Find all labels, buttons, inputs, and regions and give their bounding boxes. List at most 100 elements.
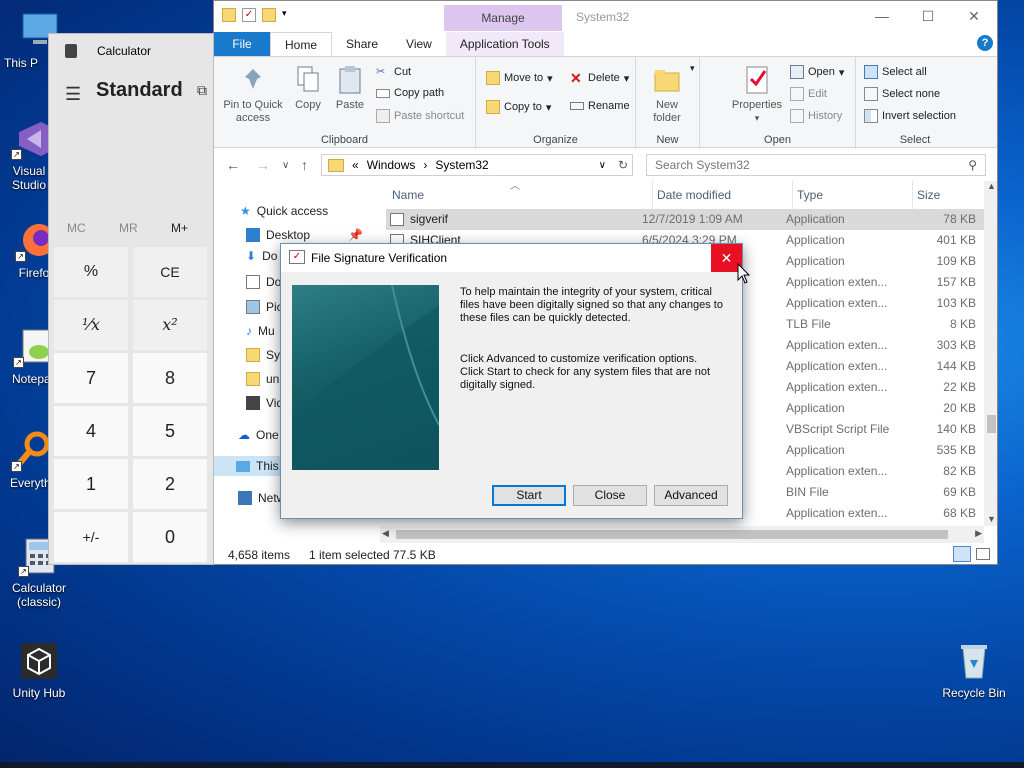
scroll-up-arrow-icon[interactable]: ▲ (984, 181, 997, 191)
scroll-thumb[interactable] (987, 415, 996, 433)
nav-music[interactable]: ♪ Mu (246, 321, 275, 341)
pin-to-quick-access-button[interactable]: Pin to Quick access (220, 65, 286, 125)
key-7[interactable]: 7 (54, 353, 128, 403)
refresh-icon[interactable]: ↻ (618, 158, 628, 172)
key-5[interactable]: 5 (133, 406, 207, 456)
scroll-thumb[interactable] (396, 530, 948, 539)
desktop-icon-recycle-bin[interactable]: Recycle Bin (938, 640, 1010, 700)
key-square[interactable]: x² (133, 300, 207, 350)
rename-button[interactable]: Rename (570, 100, 630, 112)
copy-path-button[interactable]: Copy path (376, 87, 444, 99)
key-1[interactable]: 1 (54, 459, 128, 509)
new-folder-button[interactable]: New folder (646, 65, 688, 125)
memory-add-button[interactable]: M+ (171, 221, 188, 235)
tab-application-tools[interactable]: Application Tools (445, 32, 564, 56)
group-label: Open (764, 134, 791, 146)
up-arrow-icon[interactable]: ↑ (301, 157, 308, 173)
breadcrumb-windows[interactable]: Windows (367, 158, 416, 172)
scroll-right-arrow-icon[interactable]: ▶ (975, 528, 982, 539)
history-button[interactable]: History (790, 109, 842, 123)
forward-arrow-icon[interactable]: → (256, 157, 270, 173)
help-icon[interactable]: ? (977, 35, 993, 51)
recent-locations-chevron-icon[interactable]: ∨ (282, 160, 289, 171)
recycle-bin-icon (953, 640, 995, 682)
file-size: 144 KB (936, 359, 976, 373)
horizontal-scrollbar[interactable]: ◀ ▶ (380, 526, 984, 543)
key-2[interactable]: 2 (133, 459, 207, 509)
paste-shortcut-button[interactable]: Paste shortcut (376, 109, 464, 123)
select-none-button[interactable]: Select none (864, 87, 940, 101)
manage-contextual-tab[interactable]: Manage (444, 5, 562, 31)
rename-icon (570, 102, 584, 110)
nav-videos[interactable]: Vid (246, 393, 283, 413)
key-clear-entry[interactable]: CE (133, 247, 207, 297)
maximize-button[interactable]: ☐ (905, 1, 951, 31)
file-type: Application (786, 212, 845, 226)
address-bar[interactable]: « Windows › System32 ∨ ↻ (321, 154, 633, 176)
paste-button[interactable]: Paste (332, 65, 368, 112)
open-button[interactable]: Open ▾ (790, 65, 844, 79)
tab-file[interactable]: File (214, 32, 270, 56)
key-8[interactable]: 8 (133, 353, 207, 403)
close-button[interactable]: Close (573, 485, 647, 506)
file-row[interactable]: sigverif 12/7/2019 1:09 AM Application 78 K… (386, 209, 984, 230)
folder-icon (246, 372, 260, 386)
select-all-button[interactable]: Select all (864, 65, 927, 79)
key-negate[interactable]: +/- (54, 512, 128, 562)
breadcrumb-overflow[interactable]: « (352, 158, 359, 172)
properties-icon[interactable]: ✓ (242, 8, 256, 22)
large-icons-view-icon[interactable] (976, 548, 990, 560)
key-4[interactable]: 4 (54, 406, 128, 456)
nav-folder-un[interactable]: un (246, 369, 279, 389)
back-arrow-icon[interactable]: ← (226, 157, 240, 173)
cut-button[interactable]: ✂ Cut (376, 65, 411, 79)
desktop-icon-unity-hub[interactable]: Unity Hub (3, 640, 75, 700)
address-dropdown-icon[interactable]: ∨ (599, 160, 606, 171)
copy-button[interactable]: Copy (290, 65, 326, 112)
customize-toolbar-icon[interactable]: ▾ (282, 8, 290, 22)
scroll-left-arrow-icon[interactable]: ◀ (382, 528, 389, 539)
column-header-size[interactable]: Size (912, 181, 984, 209)
keep-on-top-icon[interactable]: ⧉ (197, 82, 207, 99)
tab-view[interactable]: View (392, 32, 446, 56)
nav-onedrive[interactable]: ☁ One (238, 425, 279, 445)
dialog-title: File Signature Verification (311, 251, 448, 265)
details-view-icon[interactable] (953, 546, 971, 562)
nav-network[interactable]: Netw (238, 488, 285, 508)
organize-group: Move to ▾ Copy to ▾ ✕ Delete ▾ Rename Org… (476, 57, 636, 149)
nav-documents[interactable]: Do (246, 272, 281, 292)
delete-button[interactable]: ✕ Delete ▾ (570, 71, 629, 85)
key-reciprocal[interactable]: ¹⁄x (54, 300, 128, 350)
nav-quick-access[interactable]: ★ Quick access (240, 201, 328, 221)
breadcrumb-separator-icon: › (423, 158, 428, 172)
nav-pictures[interactable]: Pic (246, 297, 283, 317)
copy-to-button[interactable]: Copy to ▾ (486, 100, 551, 114)
new-folder-icon[interactable] (262, 8, 276, 22)
properties-button[interactable]: Properties ▾ (728, 65, 786, 125)
edit-button[interactable]: Edit (790, 87, 827, 101)
column-header-name[interactable]: Name (392, 181, 648, 209)
start-button[interactable]: Start (492, 485, 566, 506)
search-input[interactable]: Search System32 ⚲ (646, 154, 986, 176)
invert-selection-button[interactable]: Invert selection (864, 109, 956, 123)
close-window-button[interactable]: ✕ (951, 1, 997, 31)
memory-clear-button[interactable]: MC (67, 221, 86, 235)
key-0[interactable]: 0 (133, 512, 207, 562)
breadcrumb-system32[interactable]: System32 (435, 158, 488, 172)
nav-downloads[interactable]: ⬇ Do (246, 246, 277, 266)
memory-recall-button[interactable]: MR (119, 221, 138, 235)
nav-desktop[interactable]: Desktop 📌 (246, 225, 363, 245)
new-item-icon[interactable]: ▾ (690, 63, 695, 74)
move-to-button[interactable]: Move to ▾ (486, 71, 553, 85)
key-percent[interactable]: % (54, 247, 128, 297)
tab-share[interactable]: Share (332, 32, 392, 56)
scroll-down-arrow-icon[interactable]: ▼ (984, 514, 997, 524)
column-header-type[interactable]: Type (792, 181, 912, 209)
column-header-date-modified[interactable]: Date modified (652, 181, 792, 209)
advanced-button[interactable]: Advanced (654, 485, 728, 506)
minimize-button[interactable]: — (859, 1, 905, 31)
tab-home[interactable]: Home (270, 32, 333, 56)
menu-hamburger-icon[interactable]: ☰ (65, 84, 81, 105)
vertical-scrollbar[interactable]: ▲ ▼ (984, 181, 997, 526)
mouse-pointer-icon (737, 262, 751, 288)
